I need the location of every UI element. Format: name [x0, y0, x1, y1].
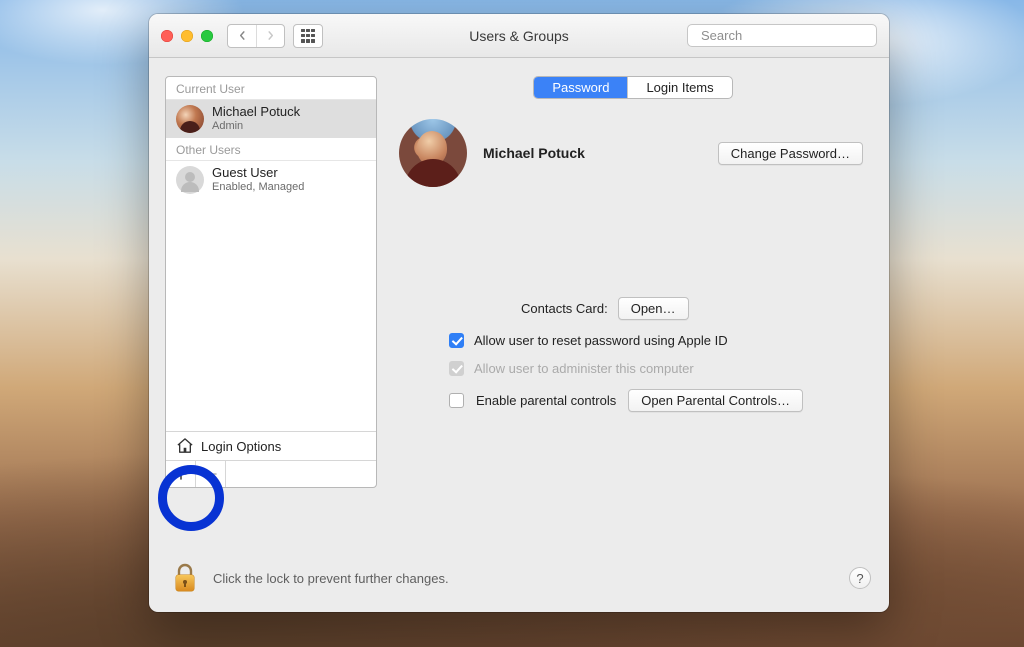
- guest-user-row[interactable]: Guest User Enabled, Managed: [166, 161, 376, 199]
- lock-icon[interactable]: [171, 562, 199, 594]
- add-user-button[interactable]: [166, 461, 196, 487]
- allow-administer-row: Allow user to administer this computer: [449, 361, 863, 376]
- forward-button[interactable]: [256, 25, 284, 47]
- login-options-label: Login Options: [201, 439, 281, 454]
- guest-avatar-icon: [176, 166, 204, 194]
- minus-icon: [205, 468, 217, 480]
- profile-row: Michael Potuck Change Password…: [393, 119, 873, 187]
- remove-user-button[interactable]: [196, 461, 226, 487]
- parental-controls-row: Enable parental controls Open Parental C…: [449, 389, 863, 412]
- search-field-container[interactable]: [687, 24, 877, 47]
- change-password-button[interactable]: Change Password…: [718, 142, 863, 165]
- other-users-section-label: Other Users: [166, 138, 376, 161]
- help-button[interactable]: ?: [849, 567, 871, 589]
- grid-icon: [301, 29, 315, 43]
- current-user-name: Michael Potuck: [212, 105, 300, 120]
- search-input[interactable]: [701, 28, 877, 43]
- current-user-role: Admin: [212, 120, 300, 133]
- enable-parental-checkbox[interactable]: [449, 393, 464, 408]
- close-window-button[interactable]: [161, 30, 173, 42]
- main-panel: Password Login Items Michael Potuck Chan…: [393, 76, 873, 542]
- profile-avatar[interactable]: [399, 119, 467, 187]
- tab-password[interactable]: Password: [534, 77, 627, 98]
- allow-reset-appleid-label: Allow user to reset password using Apple…: [474, 333, 728, 348]
- tab-login-items[interactable]: Login Items: [627, 77, 731, 98]
- titlebar: Users & Groups: [149, 14, 889, 58]
- guest-user-status: Enabled, Managed: [212, 181, 304, 194]
- form-area: Contacts Card: Open… Allow user to reset…: [393, 297, 873, 412]
- guest-user-name: Guest User: [212, 166, 304, 181]
- open-contacts-button[interactable]: Open…: [618, 297, 689, 320]
- profile-name: Michael Potuck: [483, 145, 585, 161]
- login-options-row[interactable]: Login Options: [166, 431, 376, 460]
- window-controls: [161, 30, 213, 42]
- enable-parental-label: Enable parental controls: [476, 393, 616, 408]
- allow-administer-label: Allow user to administer this computer: [474, 361, 694, 376]
- contacts-card-label: Contacts Card:: [521, 301, 608, 316]
- users-sidebar: Current User Michael Potuck Admin Other …: [165, 76, 377, 488]
- footer: Click the lock to prevent further change…: [149, 552, 889, 612]
- house-icon: [176, 438, 194, 454]
- add-remove-bar: [166, 460, 376, 487]
- lock-help-text: Click the lock to prevent further change…: [213, 571, 835, 586]
- tabs: Password Login Items: [533, 76, 732, 99]
- minimize-window-button[interactable]: [181, 30, 193, 42]
- show-all-button[interactable]: [293, 24, 323, 48]
- contacts-card-row: Contacts Card: Open…: [449, 297, 863, 320]
- plus-icon: [175, 468, 187, 480]
- preferences-window: Users & Groups Current User Michael Potu…: [149, 14, 889, 612]
- current-user-row[interactable]: Michael Potuck Admin: [166, 100, 376, 138]
- user-text: Guest User Enabled, Managed: [212, 166, 304, 194]
- avatar-icon: [176, 105, 204, 133]
- allow-reset-appleid-checkbox[interactable]: [449, 333, 464, 348]
- allow-administer-checkbox: [449, 361, 464, 376]
- allow-reset-appleid-row[interactable]: Allow user to reset password using Apple…: [449, 333, 863, 348]
- back-button[interactable]: [228, 25, 256, 47]
- zoom-window-button[interactable]: [201, 30, 213, 42]
- current-user-section-label: Current User: [166, 77, 376, 100]
- open-parental-controls-button[interactable]: Open Parental Controls…: [628, 389, 803, 412]
- user-text: Michael Potuck Admin: [212, 105, 300, 133]
- nav-buttons: [227, 24, 285, 48]
